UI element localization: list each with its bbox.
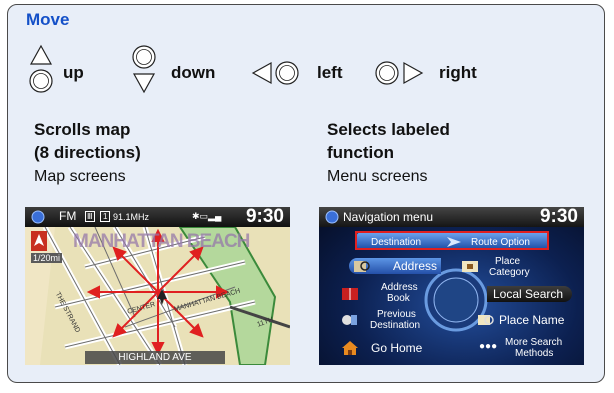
up-knob-icon [29, 44, 53, 93]
menu-heading-line1: Selects labeled [327, 120, 450, 139]
down-knob-icon [132, 45, 156, 94]
map-preset-icon: Ⅲ [85, 211, 95, 222]
address-book-line1[interactable]: Address [381, 282, 418, 293]
more-search-dots-icon: ●●● [479, 341, 498, 352]
place-category-icon [462, 261, 478, 272]
tab-arrow-icon [447, 237, 461, 247]
direction-down-label: down [171, 63, 216, 82]
map-clock: 9:30 [245, 207, 284, 227]
more-search-line2[interactable]: Methods [515, 348, 553, 359]
place-name-icon [478, 315, 494, 325]
place-category-line2[interactable]: Category [489, 267, 530, 278]
map-preset-number: 1 [100, 211, 111, 222]
left-knob-icon [251, 61, 299, 85]
map-current-street: HIGHLAND AVE [85, 351, 225, 364]
menu-title-bar: Navigation menu 9:30 [319, 207, 584, 227]
map-scale: 1/20mi [31, 253, 63, 263]
map-heading-line1: Scrolls map [34, 120, 131, 139]
local-search-label: Local Search [493, 287, 564, 301]
address-book-line2[interactable]: Book [387, 293, 410, 304]
tab-destination[interactable]: Destination [371, 237, 421, 248]
direction-up-label: up [63, 63, 84, 82]
go-home-label[interactable]: Go Home [371, 342, 422, 354]
menu-clock: 9:30 [539, 207, 578, 227]
menu-title: Navigation menu [343, 210, 434, 224]
address-icon [354, 261, 370, 272]
previous-destination-line2[interactable]: Destination [370, 320, 420, 331]
map-frequency: 91.1MHz [113, 212, 150, 222]
map-status-bar: FM Ⅲ 1 91.1MHz ✱▭▂▄ 9:30 [25, 207, 290, 227]
map-audio-source: FM [59, 209, 77, 223]
menu-screen: Navigation menu 9:30 Destination Route O… [319, 207, 584, 365]
place-category-line1[interactable]: Place [495, 256, 520, 267]
map-heading-line2: (8 directions) [34, 143, 141, 162]
go-home-icon [342, 341, 358, 355]
more-search-line1[interactable]: More Search [505, 337, 562, 348]
menu-subheading: Menu screens [327, 168, 428, 185]
section-title: Move [26, 10, 70, 29]
direction-left-label: left [317, 63, 343, 82]
previous-destination-line1[interactable]: Previous [377, 309, 416, 320]
map-status-icons: ✱▭▂▄ [192, 211, 222, 221]
place-name-label[interactable]: Place Name [499, 314, 564, 326]
direction-right-label: right [439, 63, 477, 82]
nav-home-icon [325, 210, 339, 224]
map-area-label: MANHATTAN BEACH [73, 231, 250, 252]
north-indicator-icon [31, 231, 47, 251]
menu-heading-line2: function [327, 143, 395, 162]
address-label: Address [393, 259, 438, 273]
nav-home-icon [31, 210, 45, 224]
map-subheading: Map screens [34, 168, 126, 185]
right-knob-icon [375, 61, 424, 85]
map-screen: FM Ⅲ 1 91.1MHz ✱▭▂▄ 9:30 1/20mi MANHATTA… [25, 207, 290, 365]
tab-route-option[interactable]: Route Option [471, 237, 530, 248]
address-book-icon [342, 288, 358, 300]
previous-destination-icon [342, 315, 357, 325]
